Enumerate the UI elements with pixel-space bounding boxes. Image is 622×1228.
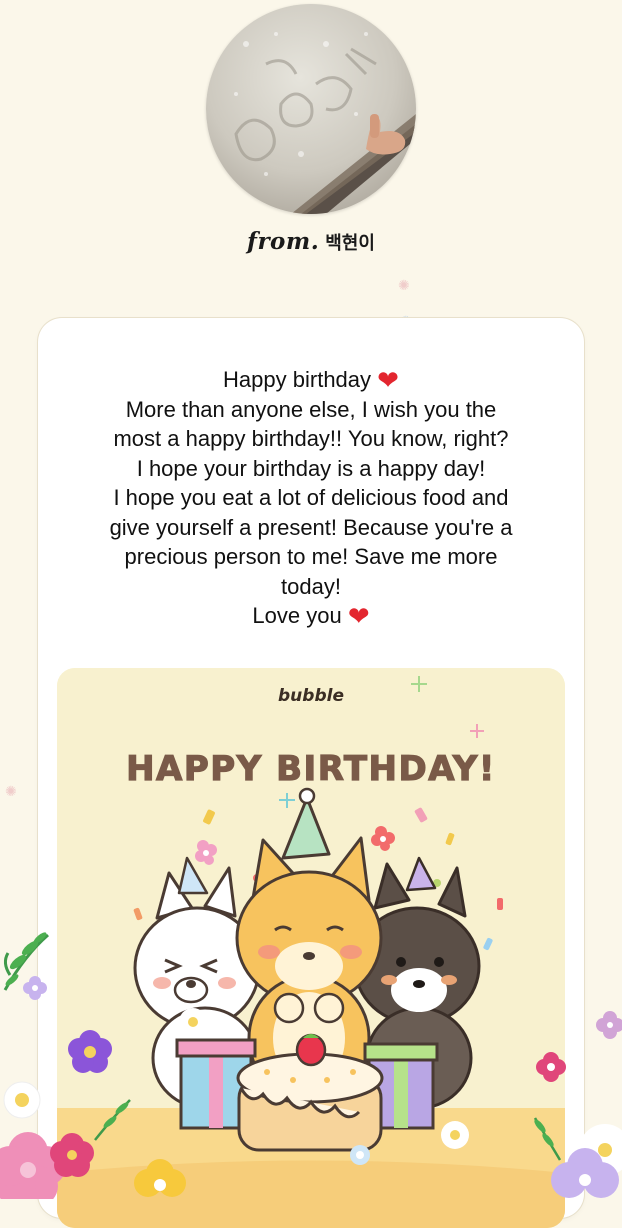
sparkle-icon: ✺ <box>5 783 17 799</box>
from-prefix: from. <box>247 228 320 255</box>
card-title-graphic: HAPPY BIRTHDAY! <box>125 748 496 789</box>
brand-logo: bubble <box>278 686 344 706</box>
message-line: precious person to me! Save me more <box>124 544 498 569</box>
message-line: More than anyone else, I wish you the <box>125 396 497 422</box>
sparkle-icon: ✺ <box>398 277 410 293</box>
sender-name: 백현이 <box>325 233 375 254</box>
message-line: Love you ❤ <box>252 602 370 632</box>
message-line: today! <box>281 573 341 599</box>
avatar[interactable] <box>206 4 416 214</box>
message-line: give yourself a present! Because you're … <box>109 514 513 540</box>
message-line: I hope your birthday is a happy day! <box>136 455 486 481</box>
letter-card: Happy birthday ❤ More than anyone else, … <box>38 318 584 1228</box>
card-title-text: HAPPY BIRTHDAY! <box>126 749 496 789</box>
from-line: from. 백현이 <box>0 224 622 260</box>
red-heart-icon: ❤ <box>347 602 370 632</box>
message-line: most a happy birthday!! You know, right? <box>113 426 509 451</box>
message-line: Happy birthday ❤ <box>223 366 399 396</box>
snow-photo-avatar <box>206 4 416 214</box>
letter-message: Happy birthday ❤ More than anyone else, … <box>38 365 584 631</box>
red-heart-icon: ❤ <box>377 366 399 396</box>
message-line: I hope you eat a lot of delicious food a… <box>113 485 509 510</box>
card-title: HAPPY BIRTHDAY! <box>57 730 565 800</box>
birthday-card-image[interactable]: bubble HAPPY BIRTHDAY! <box>57 668 565 1228</box>
